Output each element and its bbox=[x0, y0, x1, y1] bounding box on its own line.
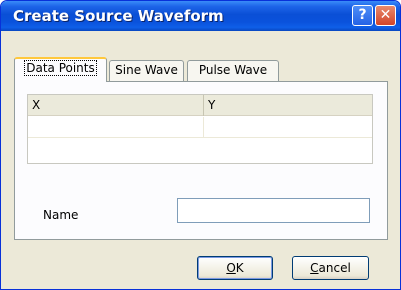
ok-label-rest: K bbox=[235, 261, 244, 275]
help-icon: ? bbox=[358, 7, 367, 23]
tab-sine-wave-label: Sine Wave bbox=[115, 63, 178, 77]
cell-x[interactable] bbox=[28, 117, 204, 138]
dialog-window: Create Source Waveform ? ✕ Data Points S… bbox=[0, 0, 401, 290]
name-label: Name bbox=[43, 208, 79, 222]
column-header-y[interactable]: Y bbox=[204, 95, 374, 116]
tab-data-points[interactable]: Data Points bbox=[14, 57, 107, 82]
table-row[interactable] bbox=[28, 117, 372, 138]
title-bar[interactable]: Create Source Waveform ? ✕ bbox=[1, 1, 400, 31]
tab-pulse-wave-label: Pulse Wave bbox=[198, 63, 268, 77]
cell-y[interactable] bbox=[204, 117, 374, 138]
cancel-mnemonic: C bbox=[310, 261, 319, 275]
close-button[interactable]: ✕ bbox=[375, 5, 396, 26]
cancel-label-rest: ancel bbox=[318, 261, 351, 275]
cancel-button[interactable]: Cancel bbox=[292, 256, 369, 280]
tab-data-points-label: Data Points bbox=[24, 60, 97, 76]
close-icon: ✕ bbox=[379, 7, 392, 23]
help-button[interactable]: ? bbox=[352, 5, 373, 26]
name-input[interactable] bbox=[177, 198, 370, 223]
tab-pulse-wave[interactable]: Pulse Wave bbox=[187, 60, 279, 81]
table-header: X Y bbox=[28, 95, 372, 116]
ok-mnemonic: O bbox=[226, 261, 236, 275]
data-points-table[interactable]: X Y bbox=[27, 94, 373, 164]
tab-sine-wave[interactable]: Sine Wave bbox=[109, 60, 184, 81]
ok-button[interactable]: OK bbox=[197, 256, 273, 280]
dialog-title: Create Source Waveform bbox=[13, 7, 224, 25]
column-header-x[interactable]: X bbox=[28, 95, 204, 116]
